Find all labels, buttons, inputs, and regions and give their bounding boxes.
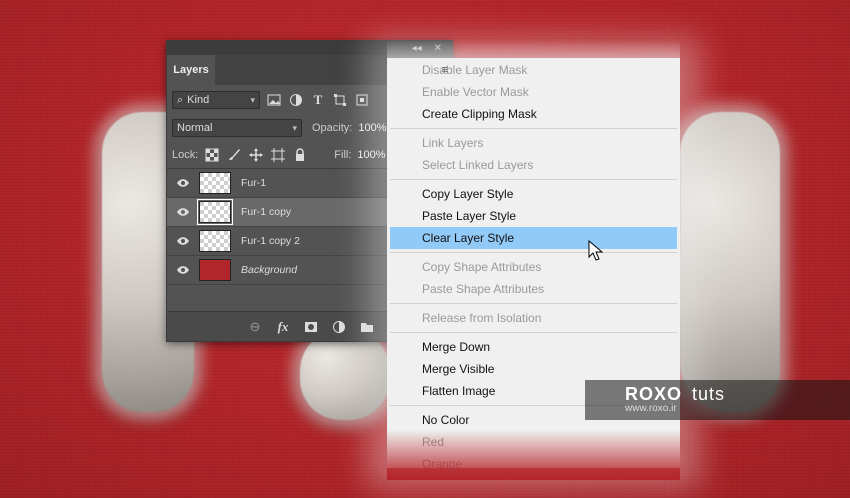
menu-separator	[390, 303, 677, 304]
eye-visibility-icon[interactable]	[167, 178, 199, 188]
watermark-brand-suffix: tuts	[692, 384, 726, 404]
lock-all-icon[interactable]	[292, 147, 308, 163]
blend-mode-value: Normal	[177, 122, 213, 134]
shape-filter-icon[interactable]	[332, 92, 348, 108]
lock-pixels-brush-icon[interactable]	[226, 147, 242, 163]
menu-item: Select Linked Layers	[422, 158, 534, 172]
eye-visibility-icon[interactable]	[167, 207, 199, 217]
menu-item: Paste Shape Attributes	[422, 282, 545, 296]
lock-transparent-icon[interactable]	[204, 147, 220, 163]
fill-field[interactable]: 100%	[357, 149, 385, 161]
mouse-cursor-icon	[588, 240, 604, 261]
search-icon: ⌕	[177, 93, 184, 106]
watermark-brand-name: ROXO	[625, 384, 683, 404]
fill-label: Fill:	[334, 148, 352, 161]
menu-item[interactable]: Merge Visible	[387, 358, 680, 380]
menu-separator	[390, 252, 677, 253]
menu-separator	[390, 128, 677, 129]
smart-object-filter-icon[interactable]	[354, 92, 370, 108]
layer-thumbnail	[199, 259, 231, 281]
layer-name: Fur-1	[241, 177, 267, 189]
watermark: ROXO tuts www.roxo.ir	[585, 380, 850, 420]
menu-separator	[390, 179, 677, 180]
filter-kind-select[interactable]: ⌕ Kind ▾	[172, 91, 260, 109]
opacity-label: Opacity:	[312, 122, 353, 134]
menu-separator	[390, 332, 677, 333]
blend-mode-select[interactable]: Normal ▾	[172, 119, 302, 137]
menu-item[interactable]: Copy Layer Style	[387, 183, 680, 205]
panel-menu-icon[interactable]: ≡	[442, 64, 448, 76]
type-filter-icon[interactable]: T	[310, 92, 326, 108]
eye-visibility-icon[interactable]	[167, 236, 199, 246]
chevron-down-icon: ▾	[292, 122, 297, 133]
menu-item[interactable]: Create Clipping Mask	[387, 103, 680, 125]
new-group-folder-icon[interactable]	[359, 319, 375, 335]
chevron-down-icon: ▾	[250, 94, 255, 105]
lock-label: Lock:	[172, 148, 199, 161]
menu-item[interactable]: Merge Down	[387, 336, 680, 358]
watermark-url: www.roxo.ir	[625, 403, 677, 414]
fx-icon[interactable]: fx	[275, 319, 291, 335]
menu-item: Copy Shape Attributes	[422, 260, 542, 274]
menu-item: Enable Vector Mask	[422, 85, 529, 99]
menu-item[interactable]: Clear Layer Style	[390, 227, 677, 249]
layer-thumbnail	[197, 199, 233, 225]
watermark-brand: ROXO tuts	[625, 384, 725, 405]
image-filter-icon[interactable]	[266, 92, 282, 108]
menu-item: Link Layers	[422, 136, 484, 150]
lock-artboard-icon[interactable]	[270, 147, 286, 163]
fur-letter-right	[680, 112, 780, 412]
menu-item: Disable Layer Mask	[422, 63, 528, 77]
layer-name: Background	[241, 264, 298, 276]
menu-item[interactable]: Paste Layer Style	[387, 205, 680, 227]
layer-name: Fur-1 copy	[241, 206, 292, 218]
add-mask-icon[interactable]	[303, 319, 319, 335]
layer-thumbnail	[199, 172, 231, 194]
filter-kind-value: Kind	[187, 94, 210, 106]
layer-name: Fur-1 copy 2	[241, 235, 300, 247]
eye-visibility-icon[interactable]	[167, 265, 199, 275]
opacity-field[interactable]: 100%	[358, 122, 386, 134]
lock-position-move-icon[interactable]	[248, 147, 264, 163]
link-layers-icon[interactable]: ⊖	[247, 319, 263, 335]
menu-item: Release from Isolation	[422, 311, 542, 325]
layer-thumbnail	[199, 230, 231, 252]
adjustment-layer-icon[interactable]	[331, 319, 347, 335]
adjustment-filter-icon[interactable]	[288, 92, 304, 108]
fur-letter-middle	[300, 330, 390, 420]
tab-layers[interactable]: Layers	[167, 55, 215, 85]
menu-fade-bottom	[387, 430, 680, 480]
